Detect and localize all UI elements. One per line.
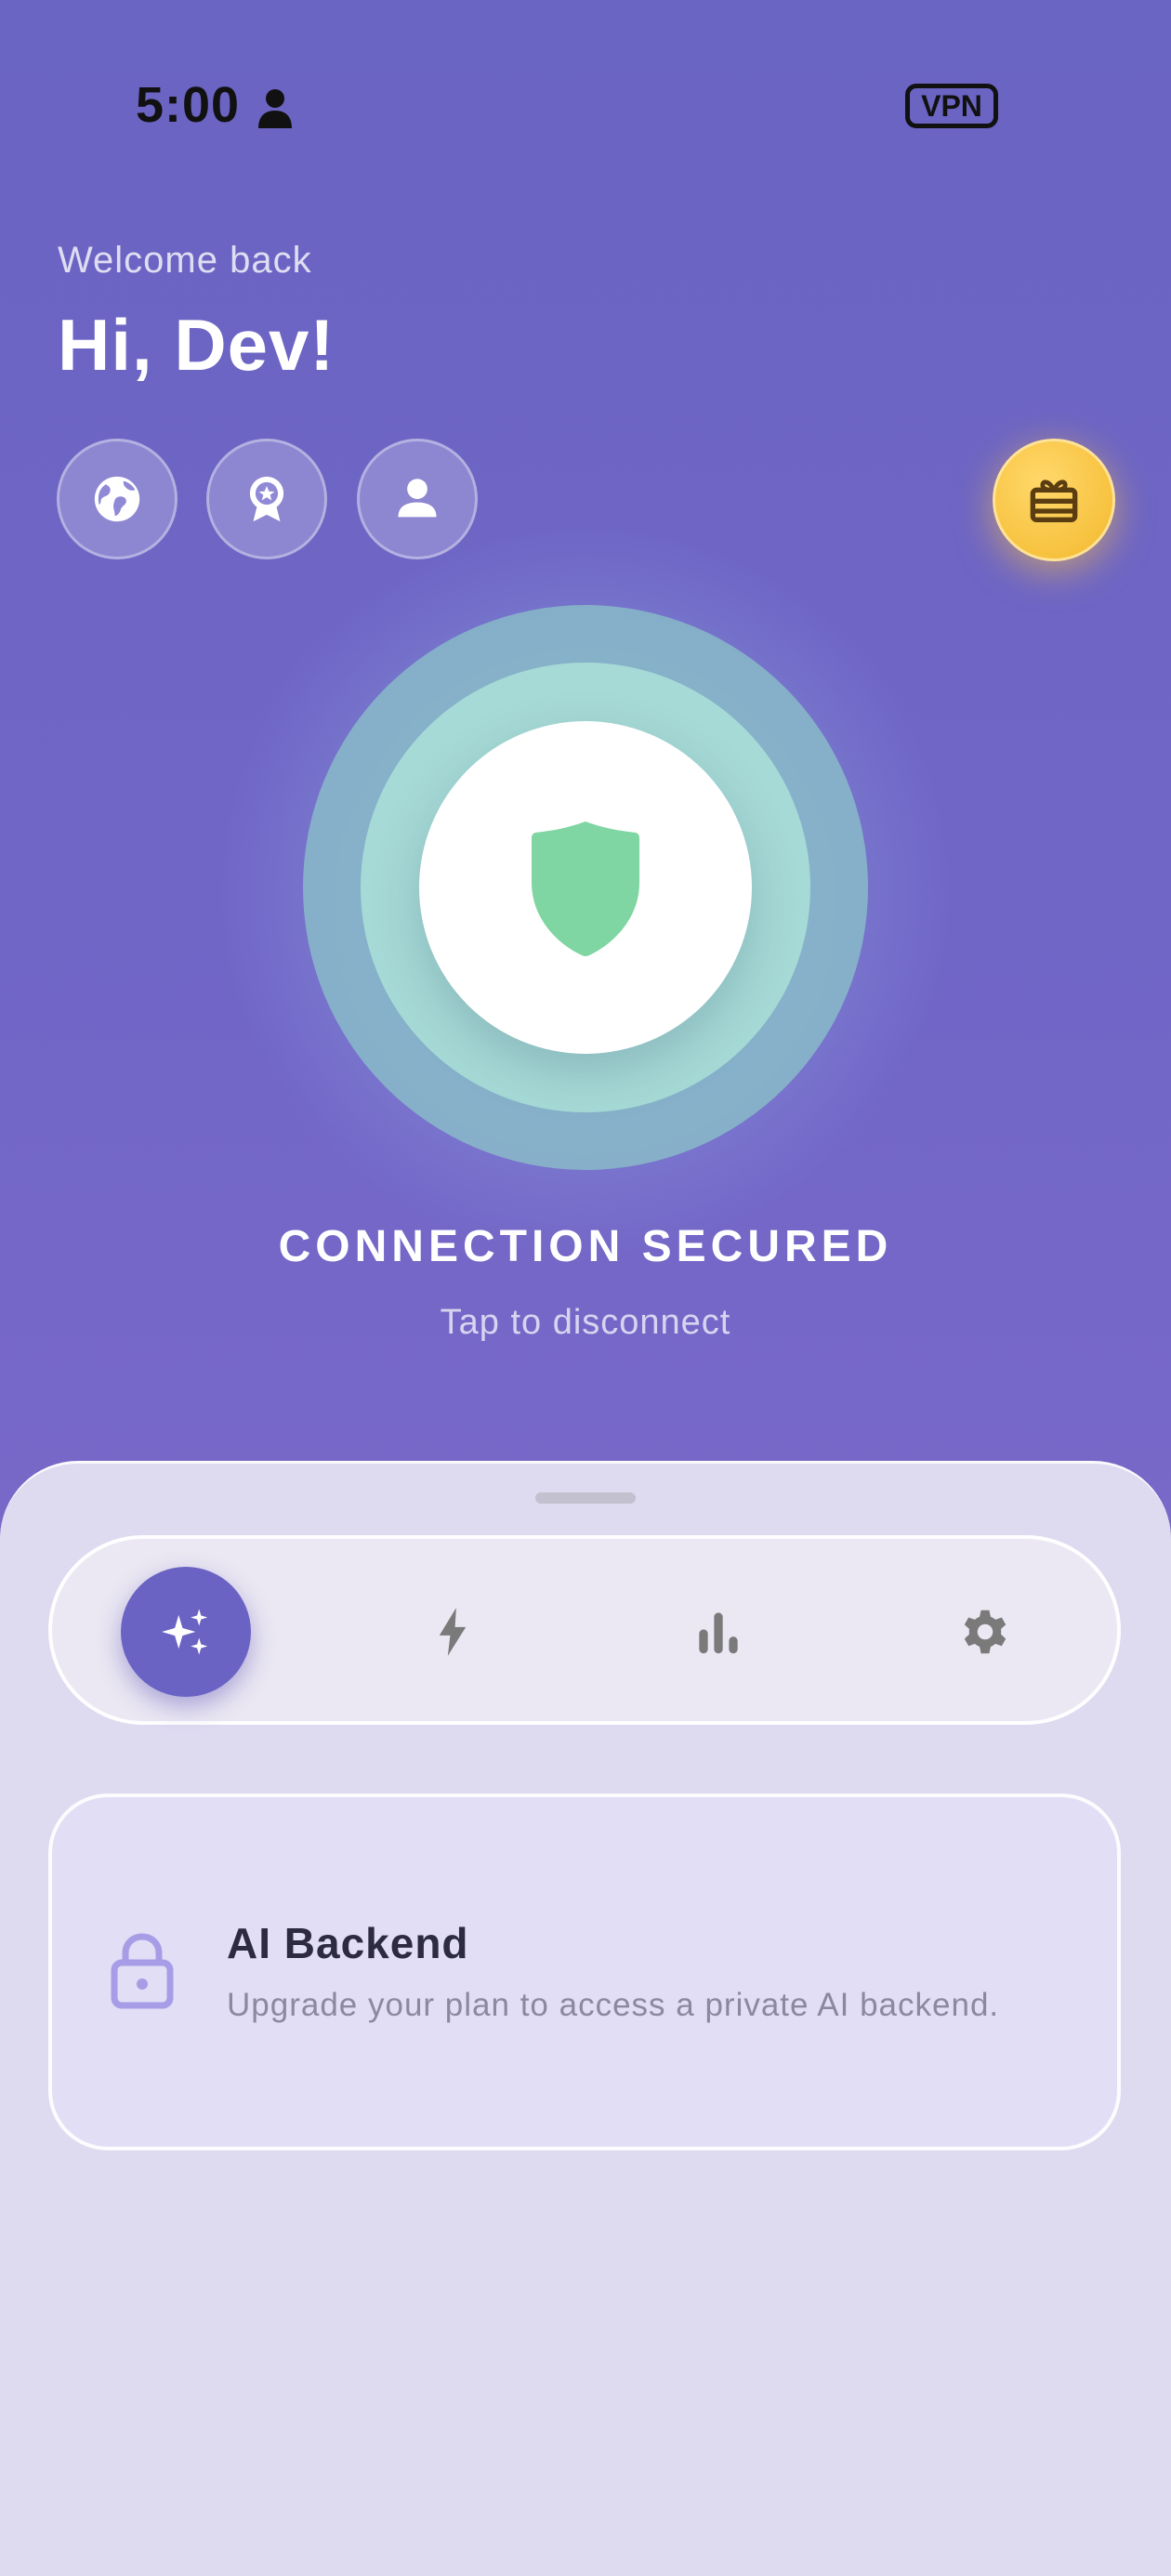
connection-toggle-button[interactable] <box>419 721 752 1054</box>
connection-hint[interactable]: Tap to disconnect <box>0 1303 1171 1343</box>
person-icon <box>258 89 292 128</box>
sheet-drag-handle[interactable] <box>535 1492 636 1504</box>
tab-statistics[interactable] <box>653 1567 783 1697</box>
tab-settings[interactable] <box>920 1567 1050 1697</box>
rewards-button[interactable] <box>206 439 327 559</box>
globe-button[interactable] <box>57 439 178 559</box>
connection-status: CONNECTION SECURED <box>278 1222 893 1271</box>
ai-backend-card[interactable] <box>48 1794 1121 2150</box>
status-time: 5:00 <box>136 77 241 133</box>
globe-icon <box>94 476 140 522</box>
profile-icon <box>398 479 437 518</box>
tab-speed[interactable] <box>388 1567 518 1697</box>
gear-icon <box>964 1610 1007 1654</box>
status-bar: 5:00 VPN <box>0 0 1171 216</box>
lightning-icon <box>439 1608 467 1656</box>
gift-icon <box>1030 480 1078 522</box>
welcome-text: Welcome back <box>58 240 312 281</box>
shield-icon <box>532 821 639 956</box>
greeting-title: Hi, Dev! <box>58 304 336 386</box>
lock-icon <box>111 1933 174 2009</box>
award-badge-icon <box>249 476 284 522</box>
card-title: AI Backend <box>227 1919 469 1967</box>
gift-button[interactable] <box>993 439 1115 561</box>
tab-ai[interactable] <box>121 1567 251 1697</box>
vpn-status-badge: VPN <box>905 84 998 128</box>
sparkles-icon <box>162 1609 208 1655</box>
bar-chart-icon <box>699 1612 738 1654</box>
card-subtitle: Upgrade your plan to access a private AI… <box>227 1987 1000 2023</box>
